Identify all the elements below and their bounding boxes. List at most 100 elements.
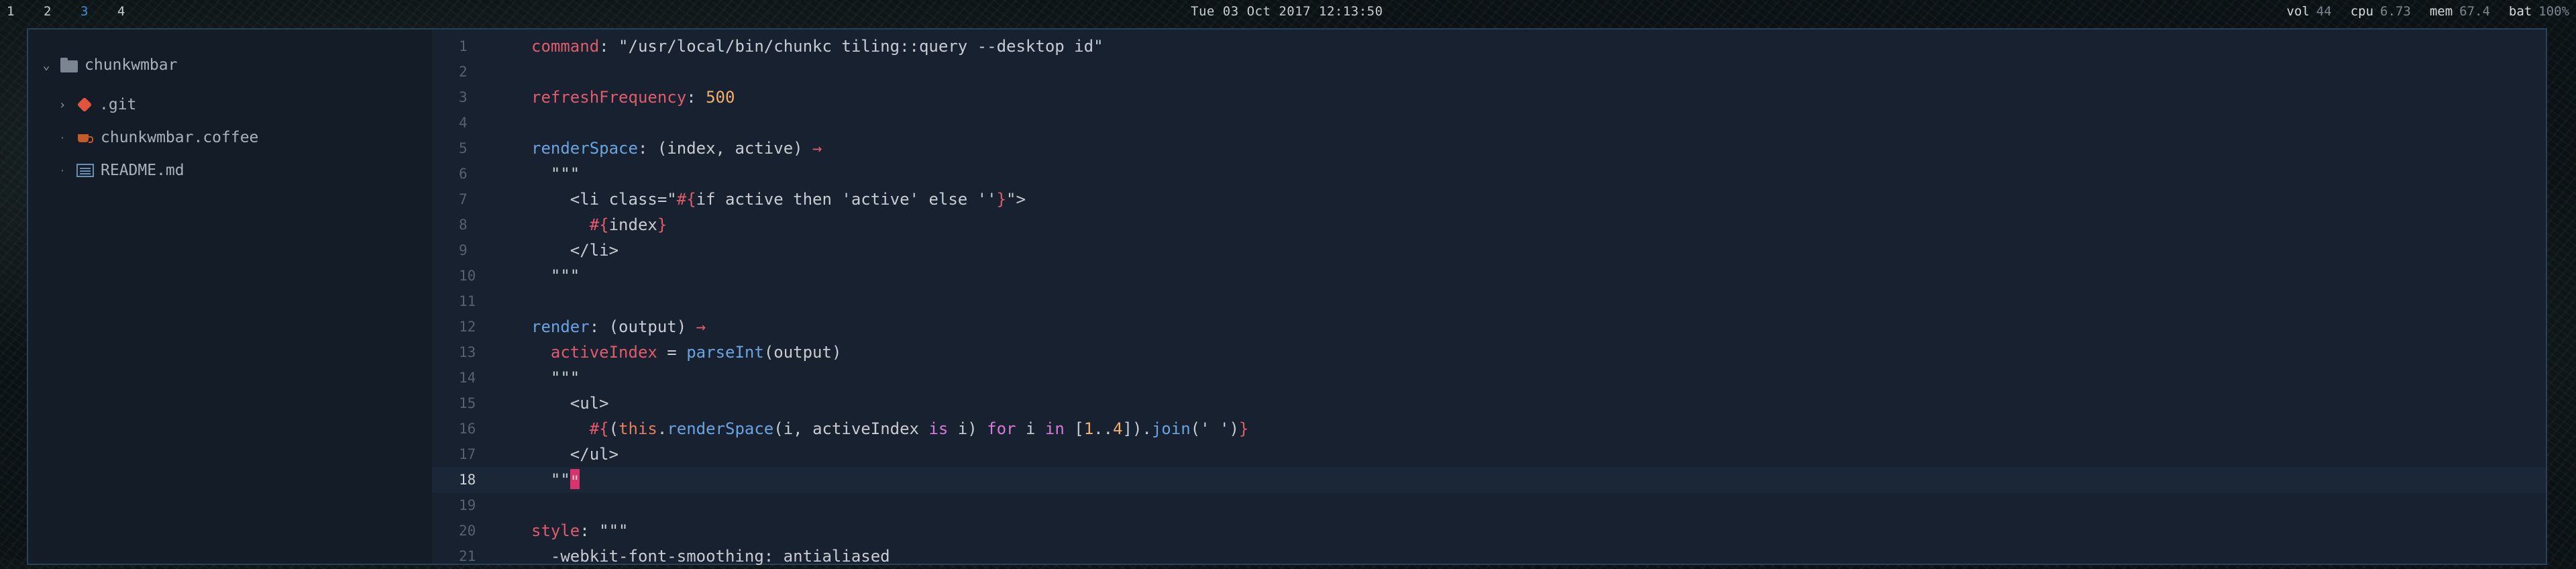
- code-token: renderSpace: [531, 139, 638, 158]
- code-line[interactable]: 12 render: (output) →: [432, 314, 2546, 340]
- line-number: 12: [459, 319, 476, 335]
- code-text: command: "/usr/local/bin/chunkc tiling::…: [531, 34, 1104, 59]
- chevron-right-icon[interactable]: ›: [54, 98, 71, 112]
- menu-bar: 1 2 3 4 Tue 03 Oct 2017 12:13:50 vol 44 c…: [0, 0, 2576, 27]
- code-line[interactable]: 4: [432, 110, 2546, 136]
- code-token: #{: [589, 419, 609, 438]
- code-line[interactable]: 8 #{index}: [432, 212, 2546, 238]
- code-token: activeIndex: [550, 343, 657, 362]
- code-text: renderSpace: (index, active) →: [531, 136, 822, 161]
- code-line[interactable]: 18 """: [432, 467, 2546, 493]
- code-text: """: [531, 263, 580, 289]
- code-token: :: [686, 88, 706, 107]
- code-token: #{: [589, 215, 609, 234]
- code-line[interactable]: 6 """: [432, 161, 2546, 187]
- code-token: -webkit-font-smoothing: antialiased: [531, 547, 890, 566]
- code-token: </li>: [531, 241, 619, 260]
- line-number: 7: [459, 191, 468, 207]
- code-token: }: [657, 215, 667, 234]
- clock: Tue 03 Oct 2017 12:13:50: [1191, 4, 1383, 19]
- code-line[interactable]: 16 #{(this.renderSpace(i, activeIndex is…: [432, 416, 2546, 442]
- code-editor[interactable]: 1 command: "/usr/local/bin/chunkc tiling:…: [432, 30, 2546, 566]
- system-stats: vol 44 cpu 6.73 mem 67.4 bat 100%: [2287, 4, 2570, 19]
- line-number: 1: [459, 38, 468, 54]
- code-token: 500: [706, 88, 735, 107]
- code-token: .: [657, 419, 667, 438]
- line-number: 9: [459, 242, 468, 258]
- code-token: : (index, active): [637, 139, 813, 158]
- code-token: =: [657, 343, 687, 362]
- line-number: 14: [459, 370, 476, 386]
- code-line[interactable]: 13 activeIndex = parseInt(output): [432, 340, 2546, 365]
- code-line[interactable]: 5 renderSpace: (index, active) →: [432, 136, 2546, 161]
- code-token: is: [928, 419, 949, 438]
- line-number: 17: [459, 446, 476, 462]
- tree-root-label: chunkwmbar: [85, 56, 178, 74]
- code-line[interactable]: 11: [432, 289, 2546, 314]
- code-text: style: """: [531, 518, 629, 544]
- code-text: #{index}: [531, 212, 667, 238]
- code-text: refreshFrequency: 500: [531, 85, 735, 110]
- tree-item-git[interactable]: › .git: [54, 96, 137, 113]
- code-token: """: [531, 266, 580, 285]
- line-number: 11: [459, 293, 476, 309]
- code-text: """: [531, 161, 580, 187]
- code-token: style: [531, 521, 580, 540]
- chevron-down-icon[interactable]: ⌄: [38, 58, 55, 72]
- code-line[interactable]: 2: [432, 59, 2546, 85]
- line-number: 20: [459, 523, 476, 539]
- code-text: -webkit-font-smoothing: antialiased: [531, 544, 890, 569]
- code-line[interactable]: 7 <li class="#{if active then 'active' e…: [432, 187, 2546, 212]
- stat-bat: bat 100%: [2508, 4, 2569, 19]
- tree-item-readme[interactable]: · README.md: [54, 162, 184, 179]
- bullet-icon: ·: [59, 164, 66, 177]
- code-token: if active then 'active' else '': [696, 190, 997, 209]
- code-line[interactable]: 3 refreshFrequency: 500: [432, 85, 2546, 110]
- code-token: →: [812, 139, 822, 158]
- code-line[interactable]: 17 </ul>: [432, 442, 2546, 467]
- space-1[interactable]: 1: [7, 4, 44, 19]
- code-text: <li class="#{if active then 'active' els…: [531, 187, 1026, 212]
- code-token: i): [948, 419, 987, 438]
- tree-item-label: .git: [99, 96, 137, 113]
- code-text: activeIndex = parseInt(output): [531, 340, 842, 365]
- code-line[interactable]: 14 """: [432, 365, 2546, 391]
- space-2[interactable]: 2: [44, 4, 80, 19]
- code-token: (: [608, 419, 619, 438]
- code-token: [: [1064, 419, 1084, 438]
- line-number: 4: [459, 115, 468, 131]
- code-token: refreshFrequency: [531, 88, 687, 107]
- line-number: 2: [459, 64, 468, 80]
- editor-window: ⌄ chunkwmbar › .git · chunkwmbar.coffee …: [27, 28, 2547, 566]
- code-text: <ul>: [531, 391, 609, 416]
- code-token: →: [696, 317, 706, 336]
- code-line[interactable]: 19: [432, 493, 2546, 518]
- file-tree: ⌄ chunkwmbar › .git · chunkwmbar.coffee …: [28, 30, 432, 564]
- line-number: 3: [459, 89, 468, 105]
- code-text: render: (output) →: [531, 314, 706, 340]
- code-token: (output): [763, 343, 842, 362]
- coffee-file-icon: [76, 130, 94, 145]
- space-4[interactable]: 4: [117, 4, 154, 19]
- code-line[interactable]: 1 command: "/usr/local/bin/chunkc tiling:…: [432, 34, 2546, 59]
- code-token: i: [1016, 419, 1045, 438]
- code-token: render: [531, 317, 590, 336]
- tree-item-coffee[interactable]: · chunkwmbar.coffee: [54, 129, 258, 146]
- code-line[interactable]: 21 -webkit-font-smoothing: antialiased: [432, 544, 2546, 569]
- code-token: #{: [676, 190, 696, 209]
- code-line[interactable]: 9 </li>: [432, 238, 2546, 263]
- code-token: """: [531, 164, 580, 183]
- stat-cpu: cpu 6.73: [2350, 4, 2411, 19]
- code-line[interactable]: 20 style: """: [432, 518, 2546, 544]
- code-text: #{(this.renderSpace(i, activeIndex is i)…: [531, 416, 1249, 442]
- line-number: 6: [459, 166, 468, 182]
- space-indicators: 1 2 3 4: [7, 4, 154, 19]
- code-token: <ul>: [531, 394, 609, 413]
- tree-root-folder[interactable]: ⌄ chunkwmbar: [38, 56, 178, 74]
- code-line[interactable]: 10 """: [432, 263, 2546, 289]
- code-token: in: [1044, 419, 1065, 438]
- code-line[interactable]: 15 <ul>: [432, 391, 2546, 416]
- space-3-active[interactable]: 3: [80, 4, 117, 19]
